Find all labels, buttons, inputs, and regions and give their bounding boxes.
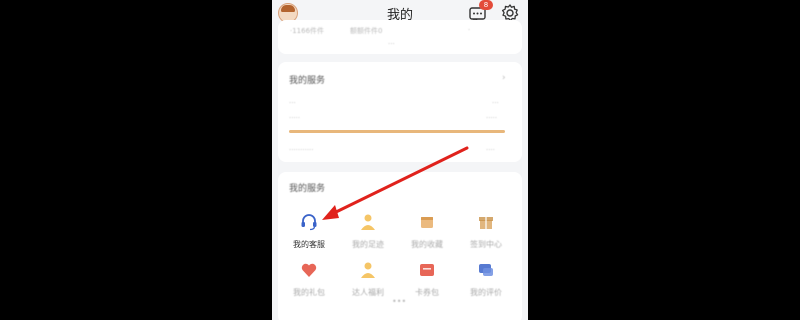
annotation-arrow (322, 146, 469, 220)
arrow-head (322, 205, 339, 220)
arrow-shaft (332, 146, 469, 215)
